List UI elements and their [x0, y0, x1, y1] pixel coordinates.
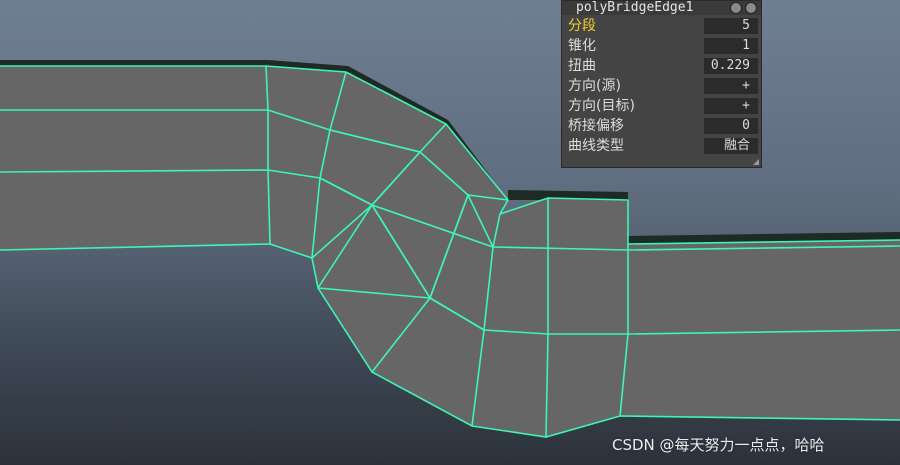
bridged-mesh[interactable]: [0, 0, 900, 465]
attr-row-taper[interactable]: 锥化 1: [566, 37, 759, 55]
attr-label: 锥化: [568, 38, 596, 54]
title-icons: [722, 1, 760, 15]
attr-value-field[interactable]: 0.229: [704, 58, 758, 74]
attr-row-direction-target[interactable]: 方向(目标) +: [566, 97, 759, 115]
attr-value-field[interactable]: +: [704, 78, 758, 94]
attr-row-twist[interactable]: 扭曲 0.229: [566, 57, 759, 75]
attr-value-field[interactable]: +: [704, 98, 758, 114]
resize-handle[interactable]: [753, 159, 759, 165]
attr-row-divisions[interactable]: 分段 5: [566, 17, 759, 35]
attr-row-bridge-offset[interactable]: 桥接偏移 0: [566, 117, 759, 135]
attr-label: 曲线类型: [568, 138, 624, 154]
attr-label: 分段: [568, 18, 596, 34]
attr-value-field[interactable]: 1: [704, 38, 758, 54]
options-icon[interactable]: [745, 2, 757, 14]
attr-label: 扭曲: [568, 58, 596, 74]
node-type-icon: [730, 2, 742, 14]
channel-box-panel: polyBridgeEdge1 分段 5 锥化 1 扭曲 0.229 方向(源)…: [561, 0, 762, 168]
attr-value-field[interactable]: 0: [704, 118, 758, 134]
3d-viewport[interactable]: [0, 0, 900, 465]
attr-label: 方向(目标): [568, 98, 635, 114]
mesh-face: [0, 66, 900, 437]
attr-row-direction-source[interactable]: 方向(源) +: [566, 77, 759, 95]
attr-label: 桥接偏移: [568, 118, 624, 134]
watermark-text: CSDN @每天努力一点点，哈哈: [612, 436, 825, 454]
attr-label: 方向(源): [568, 78, 621, 94]
attr-row-curve-type[interactable]: 曲线类型 融合: [566, 137, 759, 155]
attr-value-field[interactable]: 融合: [704, 138, 758, 154]
attr-value-field[interactable]: 5: [704, 18, 758, 34]
